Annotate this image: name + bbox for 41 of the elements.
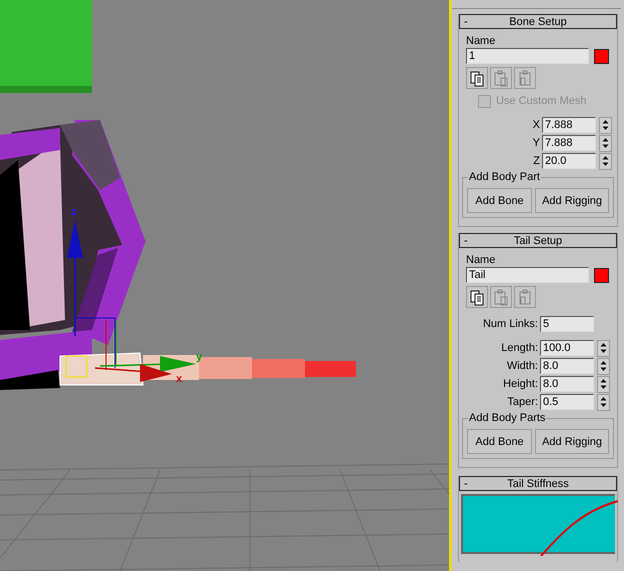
action-button[interactable]: Add Bone — [467, 429, 532, 454]
rollout-header[interactable]: - Bone Setup — [459, 14, 617, 29]
group-title: Add Body Parts — [468, 412, 546, 424]
field-label: Num Links: — [482, 318, 539, 330]
name-field[interactable]: 1 — [466, 48, 589, 64]
rollout-header[interactable]: - Tail Stiffness — [459, 476, 617, 491]
group-title: Add Body Part — [468, 171, 541, 183]
action-button[interactable]: Add Rigging — [535, 429, 609, 454]
number-field[interactable]: 7.888 — [542, 117, 596, 133]
spinner-arrows[interactable] — [597, 394, 610, 410]
color-swatch[interactable] — [594, 268, 609, 282]
spinner-arrows[interactable] — [597, 358, 610, 374]
field-label: Height: — [502, 378, 539, 390]
field-label: X — [532, 119, 541, 131]
field-label: Length: — [500, 342, 539, 354]
number-field[interactable]: 7.888 — [542, 135, 596, 151]
field-label: Y — [532, 137, 541, 149]
field-label: Z — [532, 155, 541, 167]
axis-label: z — [71, 206, 76, 218]
spinner-arrows[interactable] — [597, 340, 610, 356]
checkbox-label: Use Custom Mesh — [496, 95, 586, 107]
number-field[interactable]: 20.0 — [542, 153, 596, 169]
name-label: Name — [466, 35, 496, 48]
name-label: Name — [466, 254, 496, 267]
color-swatch[interactable] — [594, 48, 609, 64]
spinner-arrows[interactable] — [599, 152, 612, 170]
name-field[interactable]: Tail — [466, 267, 589, 283]
rollout-header[interactable]: - Tail Setup — [459, 233, 617, 248]
field-label: Width: — [506, 360, 539, 372]
number-field[interactable]: 5 — [540, 316, 594, 332]
number-field[interactable]: 0.5 — [540, 394, 594, 410]
spinner-arrows[interactable] — [599, 134, 612, 152]
action-button[interactable]: Add Rigging — [535, 188, 609, 213]
spinner-arrows[interactable] — [597, 376, 610, 392]
number-field[interactable]: 8.0 — [540, 376, 594, 392]
number-field[interactable]: 100.0 — [540, 340, 594, 356]
axis-label: y — [196, 351, 202, 363]
number-field[interactable]: 8.0 — [540, 358, 594, 374]
action-button[interactable]: Add Bone — [467, 188, 532, 213]
spinner-arrows[interactable] — [599, 116, 612, 134]
field-label: Taper: — [506, 396, 539, 408]
